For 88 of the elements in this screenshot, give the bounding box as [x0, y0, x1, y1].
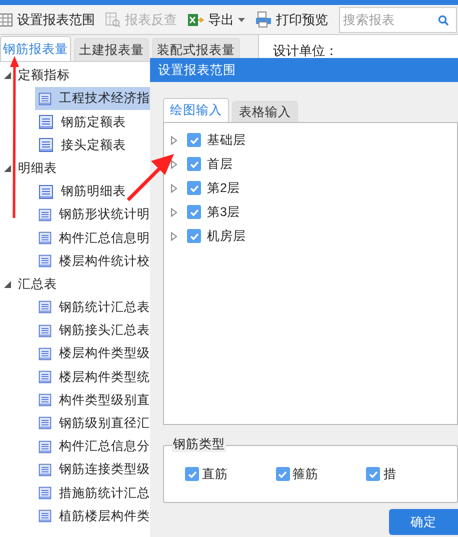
- checkmark-icon: [278, 470, 288, 478]
- checkmark-icon: [368, 470, 378, 478]
- tree-item[interactable]: 基础层: [164, 128, 457, 152]
- tree-item[interactable]: 构件汇总信息明: [35, 226, 150, 250]
- report-icon: [38, 438, 52, 455]
- tree-item[interactable]: 措施筋统计汇总: [35, 481, 150, 505]
- report-icon: [38, 346, 52, 362]
- report-icon: [38, 206, 52, 223]
- tree-item[interactable]: 工程技术经济指: [35, 87, 150, 110]
- checkmark-icon: [188, 470, 196, 478]
- group-title: 钢筋类型: [172, 436, 226, 452]
- tree-item[interactable]: 明细表: [0, 156, 150, 180]
- collapse-triangle-icon: [4, 280, 11, 288]
- tree-item[interactable]: 楼层构件统计校: [35, 250, 150, 273]
- tree-item[interactable]: 楼层构件类型级: [35, 342, 150, 366]
- grid-icon: [0, 12, 13, 26]
- tree-item[interactable]: 接头定额表: [35, 134, 150, 157]
- report-icon: [38, 369, 52, 386]
- tree-item[interactable]: 钢筋接头汇总表: [35, 319, 150, 342]
- report-icon: [38, 322, 52, 339]
- tree-item[interactable]: 第2层: [164, 176, 457, 200]
- report-icon: [38, 230, 52, 246]
- expand-triangle-icon[interactable]: [171, 208, 178, 216]
- checkbox[interactable]: [366, 467, 380, 481]
- tree-item[interactable]: 构件汇总信息分: [35, 435, 150, 458]
- ok-button[interactable]: 确定: [389, 509, 458, 535]
- tree-item[interactable]: 构件类型级别直: [35, 388, 150, 412]
- tree-item[interactable]: 钢筋连接类型级: [35, 458, 150, 482]
- checkmark-icon: [190, 208, 198, 216]
- search-field[interactable]: 搜索报表: [339, 6, 457, 32]
- expand-triangle-icon[interactable]: [171, 160, 178, 168]
- checkbox[interactable]: [187, 133, 201, 147]
- tab[interactable]: 绘图输入: [163, 98, 229, 122]
- checkbox[interactable]: [185, 467, 199, 481]
- expand-triangle-icon[interactable]: [171, 184, 178, 192]
- tree-item[interactable]: 机房层: [164, 224, 457, 248]
- caret-icon: [238, 18, 245, 22]
- checkbox-option[interactable]: 箍筋: [276, 464, 366, 484]
- report-icon: [38, 137, 54, 154]
- checkbox-option[interactable]: 直筋: [185, 464, 276, 484]
- checkbox[interactable]: [187, 181, 201, 195]
- tree-item[interactable]: 定额指标: [0, 64, 150, 88]
- report-icon: [38, 114, 54, 130]
- report-icon: [38, 415, 52, 432]
- tree-item[interactable]: 楼层构件类型统: [35, 365, 150, 389]
- checkbox[interactable]: [187, 157, 201, 171]
- report-header-text: 设计单位：: [273, 42, 339, 60]
- report-icon: [38, 508, 52, 524]
- collapse-triangle-icon: [4, 72, 11, 80]
- table-search-icon: [105, 12, 121, 28]
- checkmark-icon: [190, 160, 198, 168]
- tree-item[interactable]: 钢筋统计汇总表: [35, 296, 150, 320]
- checkmark-icon: [190, 184, 198, 192]
- tab[interactable]: 土建报表量: [74, 38, 149, 61]
- report-icon: [38, 484, 52, 501]
- report-icon: [38, 90, 52, 107]
- tree-item[interactable]: 汇总表: [0, 272, 150, 296]
- tree-item[interactable]: 植筋楼层构件类: [35, 504, 150, 528]
- tree-item[interactable]: 钢筋明细表: [35, 180, 150, 204]
- tree-item[interactable]: 钢筋形状统计明: [35, 203, 150, 226]
- expand-triangle-icon[interactable]: [171, 136, 178, 144]
- report-icon: [38, 299, 52, 316]
- collapse-triangle-icon: [4, 164, 11, 172]
- expand-triangle-icon[interactable]: [171, 232, 178, 240]
- tab[interactable]: 钢筋报表量: [0, 36, 71, 61]
- report-icon: [38, 253, 52, 270]
- report-icon: [38, 392, 52, 408]
- checkbox[interactable]: [187, 205, 201, 219]
- dialog-title: 设置报表范围: [150, 58, 458, 82]
- checkmark-icon: [190, 136, 198, 144]
- checkbox[interactable]: [276, 467, 290, 481]
- tab[interactable]: 表格输入: [232, 101, 298, 122]
- toolbar-button[interactable]: 设置报表范围: [0, 8, 96, 32]
- tree-item[interactable]: 首层: [164, 152, 457, 176]
- tree-item[interactable]: 钢筋定额表: [35, 110, 150, 134]
- tree-item[interactable]: 第3层: [164, 200, 457, 224]
- checkbox[interactable]: [187, 229, 201, 243]
- toolbar-button[interactable]: 导出: [186, 8, 246, 32]
- checkmark-icon: [190, 232, 198, 240]
- toolbar-button[interactable]: 打印预览: [254, 8, 329, 32]
- search-icon[interactable]: [438, 14, 449, 26]
- report-icon: [38, 184, 54, 200]
- tree-item[interactable]: 钢筋级别直径汇: [35, 412, 150, 435]
- annotation-arrow: [126, 154, 174, 202]
- checkbox-option[interactable]: 措: [366, 464, 458, 484]
- report-icon: [38, 462, 52, 478]
- spreadsheet-icon: [187, 12, 204, 28]
- printer-icon: [255, 11, 272, 28]
